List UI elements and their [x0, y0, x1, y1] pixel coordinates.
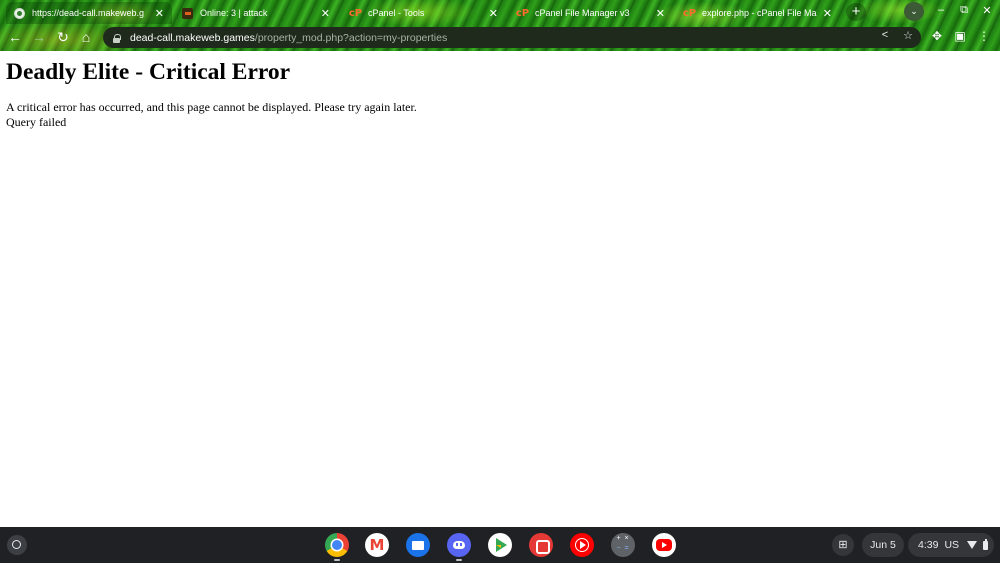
more-vert-icon[interactable]: ⋮	[976, 29, 992, 43]
error-detail: Query failed	[6, 115, 67, 129]
page-title: Deadly Elite - Critical Error	[6, 59, 291, 85]
back-button[interactable]: ←	[6, 28, 24, 46]
clock: 4:39	[918, 539, 939, 551]
running-indicator	[334, 559, 340, 561]
cpanel-icon: cP	[515, 7, 530, 19]
running-indicator	[456, 559, 462, 561]
page-content: Deadly Elite - Critical Error A critical…	[0, 51, 1000, 527]
battery-icon	[983, 538, 989, 550]
restore-button[interactable]: ⧉	[957, 4, 971, 17]
browser-frame: https://dead-call.makeweb.g ✕ Online: 3 …	[0, 0, 1000, 51]
tab-title: cPanel - Tools	[368, 8, 425, 18]
error-message: A critical error has occurred, and this …	[6, 100, 417, 114]
red-app-icon[interactable]	[529, 533, 553, 557]
wifi-icon	[967, 541, 978, 549]
forward-button[interactable]: →	[30, 28, 48, 46]
star-icon[interactable]: ☆	[900, 29, 916, 42]
gmail-icon[interactable]	[365, 533, 389, 557]
game-favicon-icon	[182, 7, 193, 19]
home-button[interactable]: ⌂	[77, 28, 95, 46]
minimize-button[interactable]: –	[934, 4, 948, 16]
puzzle-icon[interactable]: ✥	[929, 29, 945, 43]
status-tray[interactable]: 4:39 US	[908, 533, 994, 557]
globe-icon	[14, 7, 25, 19]
url-host: dead-call.makeweb.games	[130, 31, 255, 44]
close-window-button[interactable]: ✕	[980, 4, 994, 17]
close-icon[interactable]: ✕	[489, 7, 498, 20]
tab-title: cPanel File Manager v3	[535, 8, 630, 18]
close-icon[interactable]: ✕	[321, 7, 330, 20]
lock-icon[interactable]	[113, 33, 121, 43]
url-path: /property_mod.php?action=my-properties	[254, 31, 448, 44]
tab-title: Online: 3 | attack	[200, 8, 268, 18]
close-icon[interactable]: ✕	[656, 7, 665, 20]
tab-cpanel-file-manager[interactable]: cP cPanel File Manager v3 ✕	[509, 2, 673, 24]
youtube-music-icon[interactable]	[570, 533, 594, 557]
files-icon[interactable]	[406, 533, 430, 557]
input-method: US	[944, 539, 960, 551]
chrome-icon[interactable]	[325, 533, 349, 557]
date-tray[interactable]: Jun 5	[862, 533, 904, 557]
share-icon[interactable]: <	[877, 29, 893, 41]
play-store-icon[interactable]	[488, 533, 512, 557]
side-panel-icon[interactable]: ▣	[952, 29, 968, 43]
address-bar[interactable]: dead-call.makeweb.games /property_mod.ph…	[103, 27, 921, 48]
close-icon[interactable]: ✕	[823, 7, 832, 20]
tab-search-button[interactable]: ⌄	[904, 2, 924, 21]
tab-explore-php[interactable]: cP explore.php - cPanel File Mana ✕	[676, 2, 840, 24]
reload-button[interactable]: ↻	[54, 28, 72, 46]
close-icon[interactable]: ✕	[155, 7, 164, 20]
cpanel-icon: cP	[348, 7, 363, 19]
tab-strip: https://dead-call.makeweb.g ✕ Online: 3 …	[0, 0, 1000, 24]
tab-title: https://dead-call.makeweb.g	[32, 8, 145, 18]
system-shelf: ⊞ Jun 5 4:39 US	[0, 527, 1000, 563]
tab-dead-call[interactable]: https://dead-call.makeweb.g ✕	[6, 2, 172, 24]
tab-online-attack[interactable]: Online: 3 | attack ✕	[174, 2, 338, 24]
calculator-icon[interactable]	[611, 533, 635, 557]
youtube-icon[interactable]	[652, 533, 676, 557]
discord-icon[interactable]	[447, 533, 471, 557]
new-tab-button[interactable]: +	[846, 3, 866, 21]
launcher-button[interactable]	[7, 535, 27, 555]
browser-toolbar: ← → ↻ ⌂ dead-call.makeweb.games /propert…	[0, 24, 1000, 51]
tab-cpanel-tools[interactable]: cP cPanel - Tools ✕	[342, 2, 506, 24]
holding-space-icon[interactable]: ⊞	[832, 534, 854, 556]
cpanel-icon: cP	[682, 7, 697, 19]
tab-title: explore.php - cPanel File Mana	[702, 8, 817, 18]
